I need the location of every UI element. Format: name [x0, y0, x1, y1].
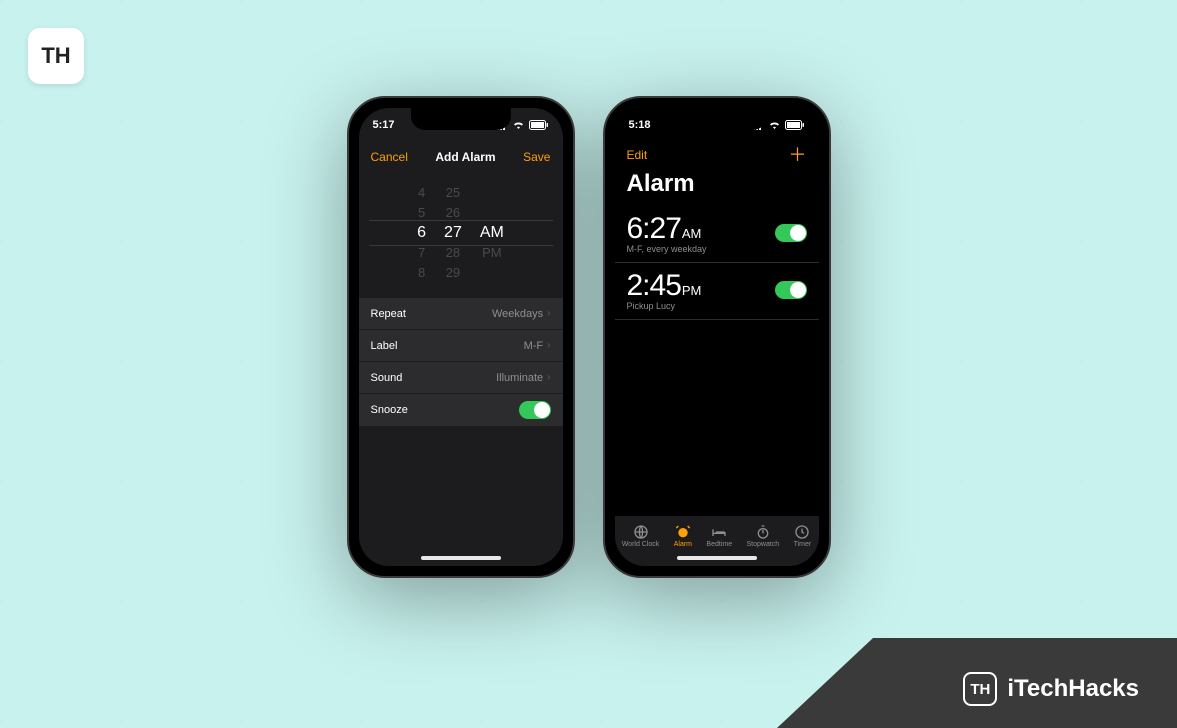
chevron-right-icon: › [547, 340, 550, 351]
phone-mockups: 5:17 Cancel Add Alarm Save 4 5 6 7 [347, 96, 831, 578]
cancel-button[interactable]: Cancel [371, 150, 408, 164]
tab-alarm[interactable]: Alarm [674, 524, 692, 548]
screen-add-alarm: 5:17 Cancel Add Alarm Save 4 5 6 7 [359, 108, 563, 566]
tab-label: World Clock [622, 541, 660, 548]
screen-alarm-list: 5:18 Edit ＋ Alarm 6:27AM M-F, every week… [615, 108, 819, 566]
row-value: Illuminate› [496, 372, 550, 384]
picker-hours[interactable]: 4 5 6 7 8 [417, 183, 426, 283]
nav-title: Add Alarm [435, 150, 495, 164]
row-sound[interactable]: Sound Illuminate› [359, 362, 563, 394]
picker-period-opt: PM [480, 243, 504, 263]
tab-label: Alarm [674, 541, 692, 548]
timer-icon [794, 524, 810, 540]
row-label: Repeat [371, 308, 406, 320]
tab-world-clock[interactable]: World Clock [622, 524, 660, 548]
picker-hour-opt: 5 [417, 203, 426, 223]
row-snooze: Snooze [359, 394, 563, 426]
home-indicator[interactable] [421, 556, 501, 560]
alarm-subtitle: M-F, every weekday [627, 244, 707, 254]
alarm-time: 6:27AM [627, 212, 707, 246]
snooze-toggle[interactable] [519, 401, 551, 419]
status-time: 5:18 [629, 119, 651, 131]
stopwatch-icon [755, 524, 771, 540]
nav-bar: Cancel Add Alarm Save [359, 142, 563, 172]
tab-timer[interactable]: Timer [794, 524, 812, 548]
alarm-settings-list: Repeat Weekdays› Label M-F› Sound Illumi… [359, 298, 563, 426]
tab-label: Stopwatch [747, 541, 780, 548]
row-label: Sound [371, 372, 403, 384]
row-repeat[interactable]: Repeat Weekdays› [359, 298, 563, 330]
wifi-icon [768, 120, 781, 130]
add-alarm-button[interactable]: ＋ [789, 146, 807, 164]
picker-hour-opt: 7 [417, 243, 426, 263]
battery-icon [529, 120, 549, 130]
picker-min-opt: 28 [444, 243, 462, 263]
bed-icon [711, 524, 727, 540]
alarm-item[interactable]: 2:45PM Pickup Lucy [615, 263, 819, 320]
chevron-right-icon: › [547, 372, 550, 383]
picker-period[interactable]: AM PM [480, 183, 504, 283]
site-logo-top: TH [28, 28, 84, 84]
wifi-icon [512, 120, 525, 130]
footer-logo-icon: TH [963, 672, 997, 706]
page-title: Alarm [615, 168, 819, 206]
picker-min-opt: 26 [444, 203, 462, 223]
picker-min-selected: 27 [444, 223, 462, 243]
footer-brand-text: iTechHacks [1007, 675, 1139, 703]
row-value: Weekdays› [492, 308, 551, 320]
picker-min-opt: 29 [444, 263, 462, 283]
alarm-toggle[interactable] [775, 224, 807, 242]
status-time: 5:17 [373, 119, 395, 131]
alarm-time: 2:45PM [627, 269, 702, 303]
picker-minutes[interactable]: 25 26 27 28 29 [444, 183, 462, 283]
row-value: M-F› [524, 340, 551, 352]
alarm-icon [675, 524, 691, 540]
battery-icon [785, 120, 805, 130]
tab-label: Timer [794, 541, 812, 548]
notch [667, 108, 767, 130]
tab-label: Bedtime [706, 541, 732, 548]
phone-left: 5:17 Cancel Add Alarm Save 4 5 6 7 [347, 96, 575, 578]
row-label[interactable]: Label M-F› [359, 330, 563, 362]
alarm-item[interactable]: 6:27AM M-F, every weekday [615, 206, 819, 263]
save-button[interactable]: Save [523, 150, 550, 164]
time-picker[interactable]: 4 5 6 7 8 25 26 27 28 29 AM PM [359, 178, 563, 288]
picker-hour-selected: 6 [417, 223, 426, 243]
tab-bedtime[interactable]: Bedtime [706, 524, 732, 548]
picker-hour-opt: 4 [417, 183, 426, 203]
tab-stopwatch[interactable]: Stopwatch [747, 524, 780, 548]
phone-right: 5:18 Edit ＋ Alarm 6:27AM M-F, every week… [603, 96, 831, 578]
row-label: Snooze [371, 404, 408, 416]
picker-hour-opt: 8 [417, 263, 426, 283]
footer-brand: TH iTechHacks [963, 672, 1139, 706]
row-label: Label [371, 340, 398, 352]
picker-period-selected: AM [480, 223, 504, 243]
footer-banner: TH iTechHacks [777, 638, 1177, 728]
notch [411, 108, 511, 130]
site-logo-text: TH [41, 43, 70, 69]
globe-icon [633, 524, 649, 540]
edit-button[interactable]: Edit [627, 148, 648, 162]
home-indicator[interactable] [677, 556, 757, 560]
chevron-right-icon: › [547, 308, 550, 319]
alarm-toggle[interactable] [775, 281, 807, 299]
nav-bar: Edit ＋ [615, 142, 819, 168]
picker-min-opt: 25 [444, 183, 462, 203]
